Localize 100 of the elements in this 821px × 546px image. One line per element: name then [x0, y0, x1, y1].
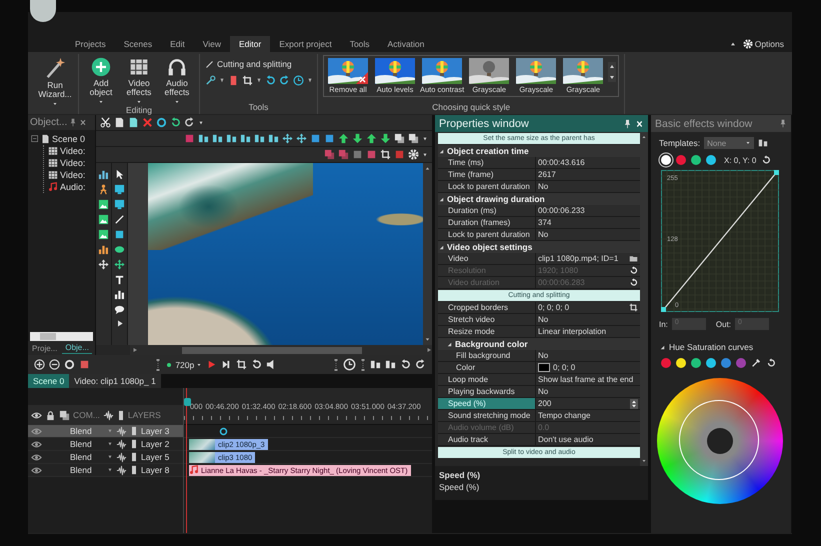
horizontal-scrollbar[interactable] [130, 345, 432, 355]
scroll-down-icon[interactable] [641, 458, 647, 464]
text-icon[interactable] [114, 274, 125, 285]
chart-icon[interactable] [114, 289, 125, 300]
undo-icon[interactable] [170, 117, 181, 128]
chart-icon[interactable] [98, 244, 109, 255]
settings-icon[interactable] [742, 39, 753, 49]
cutting-and-splitting-button[interactable]: Cutting and splitting [205, 59, 292, 69]
channel-dot[interactable] [676, 155, 686, 165]
align-icon[interactable] [240, 133, 251, 144]
waveform-icon[interactable] [116, 452, 127, 462]
move-icon[interactable] [98, 259, 109, 270]
move-icon[interactable] [282, 133, 293, 144]
crop-icon[interactable] [629, 303, 638, 312]
square-icon[interactable] [352, 149, 363, 160]
reset-icon[interactable] [766, 358, 776, 368]
property-value[interactable]: No [536, 314, 640, 326]
resolution-dropdown[interactable]: 720p [165, 360, 202, 370]
layer-row[interactable]: Blend Layer 8 [28, 464, 183, 477]
property-group-header[interactable]: Object drawing duration [438, 193, 640, 205]
timer-icon[interactable] [293, 75, 304, 86]
undo-icon[interactable] [400, 359, 411, 370]
crop-icon[interactable] [242, 75, 253, 86]
scroll-up-icon[interactable] [424, 165, 431, 172]
image-icon[interactable] [98, 199, 109, 210]
property-value[interactable]: 00:00:43.616 [536, 157, 640, 169]
delete-icon[interactable] [142, 117, 153, 128]
horizontal-scrollbar[interactable] [30, 332, 93, 341]
pin-icon[interactable] [69, 118, 78, 127]
property-group-header[interactable]: Object creation time [438, 145, 640, 157]
pin-icon[interactable] [623, 118, 632, 128]
tree-item[interactable]: Audio: [48, 181, 86, 193]
hue-dot[interactable] [661, 358, 671, 368]
align-icon[interactable] [385, 359, 396, 370]
property-value[interactable]: Don't use audio [536, 434, 640, 446]
options-button[interactable]: Options [742, 39, 784, 49]
collapse-icon[interactable] [31, 135, 39, 143]
property-value[interactable]: clip1 1080p.mp4; ID=1 [536, 253, 640, 265]
arrow-down-icon[interactable] [380, 133, 391, 144]
property-value[interactable]: No [536, 181, 640, 193]
menu-tab[interactable]: Scenes [114, 36, 162, 52]
layers-icon[interactable] [394, 133, 405, 144]
paste-icon[interactable] [128, 117, 139, 128]
property-value[interactable]: 0; 0; 0; 0 [536, 302, 640, 314]
list-icon[interactable] [758, 138, 768, 148]
settings-icon[interactable] [408, 149, 419, 160]
redo-icon[interactable] [184, 117, 195, 128]
run-wizard-button[interactable]: Run Wizard... [37, 54, 73, 107]
layer-row[interactable]: Blend Layer 2 [28, 438, 183, 451]
arrow-up-icon[interactable] [338, 133, 349, 144]
cut-icon[interactable] [100, 117, 111, 128]
scroll-up-icon[interactable] [641, 134, 647, 140]
visibility-icon[interactable] [31, 464, 42, 476]
reset-icon[interactable] [761, 155, 772, 165]
align-icon[interactable] [212, 133, 223, 144]
ellipse-icon[interactable] [114, 244, 125, 255]
scroll-left-icon[interactable] [132, 347, 138, 353]
property-group-header[interactable]: Video object settings [438, 241, 640, 253]
pointer-icon[interactable] [114, 169, 125, 180]
channel-dot[interactable] [706, 155, 716, 165]
visibility-icon[interactable] [31, 452, 42, 462]
menu-tab[interactable]: Projects [66, 36, 115, 52]
align-icon[interactable] [198, 133, 209, 144]
rotate-right-icon[interactable] [279, 75, 290, 86]
property-value[interactable]: 2617 [536, 169, 640, 181]
layer-row[interactable]: Blend Layer 3 [28, 425, 183, 438]
arrow-up-icon[interactable] [366, 133, 377, 144]
rectangle-icon[interactable] [114, 229, 125, 240]
property-value[interactable]: 0; 0; 0 [536, 362, 640, 374]
align-icon[interactable] [370, 359, 381, 370]
channel-dot[interactable] [691, 155, 701, 165]
layer-row[interactable]: Blend Layer 5 [28, 451, 183, 464]
visibility-icon[interactable] [31, 438, 42, 450]
tree-item[interactable]: Video: [48, 157, 86, 169]
lock-icon[interactable] [45, 410, 56, 420]
waveform-icon[interactable] [116, 438, 127, 450]
frame-icon[interactable] [380, 149, 391, 160]
copy-icon[interactable] [59, 410, 70, 420]
menu-tab[interactable]: Export project [270, 36, 341, 52]
keyframe-icon[interactable] [219, 426, 228, 436]
arrow-down-icon[interactable] [352, 133, 363, 144]
zoom-out-icon[interactable] [49, 359, 60, 370]
align-icon[interactable] [226, 133, 237, 144]
close-icon[interactable] [79, 118, 88, 127]
waveform-icon[interactable] [116, 464, 127, 476]
waveform-icon[interactable] [102, 410, 114, 420]
menu-tab[interactable]: Activation [378, 36, 434, 52]
tree-item[interactable]: Scene 0 [41, 133, 86, 145]
visibility-icon[interactable] [31, 410, 42, 420]
ribbon-button[interactable]: Video effects [122, 54, 156, 105]
copy-icon[interactable] [114, 117, 125, 128]
panel-tab[interactable]: Obje... [62, 342, 92, 354]
property-value[interactable]: Show last frame at the end [536, 374, 640, 386]
image-icon[interactable] [98, 229, 109, 240]
ribbon-button[interactable]: Add object [84, 54, 118, 105]
hue-dot[interactable] [706, 358, 716, 368]
property-value[interactable]: Linear interpolation [536, 326, 640, 338]
property-value[interactable]: No [536, 386, 640, 398]
property-value[interactable]: 374 [536, 217, 640, 229]
tree-item[interactable]: Video: [48, 169, 86, 181]
